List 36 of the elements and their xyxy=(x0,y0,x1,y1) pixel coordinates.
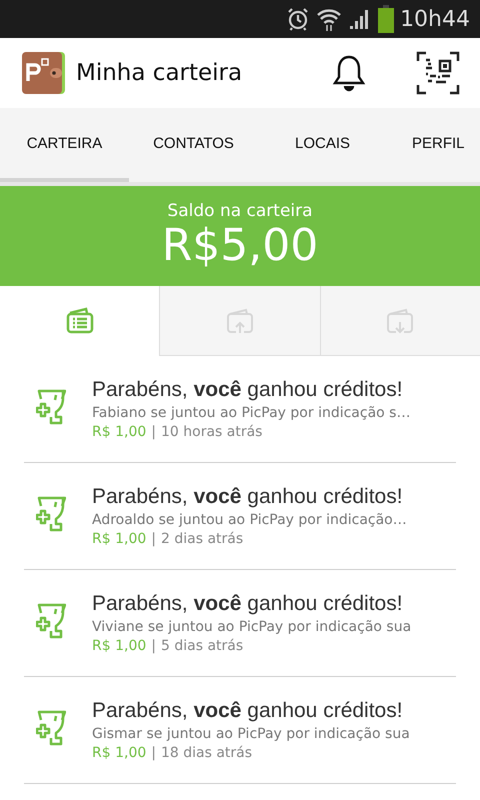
notification-description: Adroaldo se juntou ao PicPay por indicação… xyxy=(92,512,407,528)
balance-label: Saldo na carteira xyxy=(167,201,313,221)
wallet-upload-icon xyxy=(226,306,254,334)
app-title: Minha carteira xyxy=(76,60,244,86)
wallet-logo-icon[interactable] xyxy=(22,51,66,95)
notification-description: Fabiano se juntou ao PicPay por indicação s… xyxy=(92,405,410,421)
separator: | xyxy=(151,745,156,761)
qr-scan-icon[interactable] xyxy=(416,51,460,95)
notification-title: Parabéns, você ganhou créditos! xyxy=(92,378,404,402)
clock-time: 10h44 xyxy=(400,6,470,32)
time-ago: 5 dias atrás xyxy=(160,638,244,654)
bell-icon[interactable] xyxy=(332,54,366,92)
credit-amount: R$ 1,00 xyxy=(92,745,146,761)
alarm-icon xyxy=(286,7,310,31)
time-ago: 10 horas atrás xyxy=(160,424,262,440)
notification-title: Parabéns, você ganhou créditos! xyxy=(92,592,404,616)
separator: | xyxy=(151,424,156,440)
separator: | xyxy=(151,531,156,547)
time-ago: 2 dias atrás xyxy=(160,531,244,547)
credit-amount: R$ 1,00 xyxy=(92,638,146,654)
tab[interactable]: CONTATOS xyxy=(129,108,258,182)
credit-amount: R$ 1,00 xyxy=(92,424,146,440)
notification-description: Viviane se juntou ao PicPay por indicação sua xyxy=(92,619,412,635)
time-ago: 18 dias atrás xyxy=(160,745,252,761)
notification-title: Parabéns, você ganhou créditos! xyxy=(92,699,404,723)
balance-amount: R$5,00 xyxy=(162,221,318,271)
notification-description: Gismar se juntou ao PicPay por indicação sua xyxy=(92,726,410,742)
notification-title: Parabéns, você ganhou créditos! xyxy=(92,485,404,509)
separator: | xyxy=(151,638,156,654)
wallet-list-icon xyxy=(66,306,94,334)
battery-icon xyxy=(378,5,394,33)
wallet-download-icon xyxy=(386,306,414,334)
tab[interactable]: PERFIL xyxy=(387,108,480,182)
credit-amount: R$ 1,00 xyxy=(92,531,146,547)
tab[interactable]: CARTEIRA xyxy=(0,108,129,182)
tab[interactable]: LOCAIS xyxy=(258,108,387,182)
